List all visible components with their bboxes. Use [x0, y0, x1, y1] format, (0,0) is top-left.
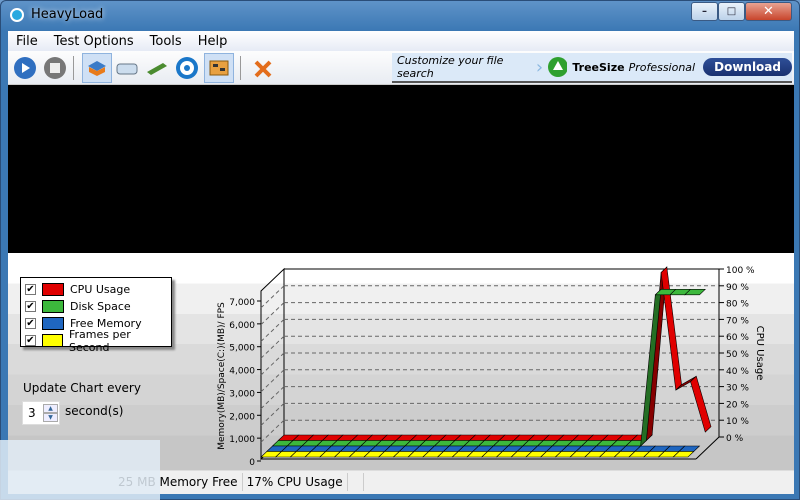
stop-button[interactable] — [40, 53, 70, 83]
gpu-test-button[interactable] — [204, 53, 234, 83]
menu-tools[interactable]: Tools — [142, 31, 190, 51]
right-tick-label: 30 % — [726, 384, 749, 394]
right-tick-label: 80 % — [726, 300, 749, 310]
right-tick-label: 0 % — [726, 434, 744, 444]
left-tick-label: 6,000 — [229, 321, 255, 331]
gpu-icon — [209, 60, 229, 76]
cpu-icon — [88, 61, 106, 76]
series-segment — [690, 375, 712, 433]
right-tick-label: 90 % — [726, 283, 749, 293]
left-tick-label: 4,000 — [229, 367, 255, 377]
title-bar: HeavyLoad – □ ✕ — [1, 1, 800, 31]
chart: 0 % 10 % 20 % 30 % 40 % 50 % 60 % 70 % 80 % 90 % 1… — [217, 266, 765, 468]
client-area: File Test Options Tools Help Customize y… — [8, 31, 794, 494]
right-tick-label: 70 % — [726, 316, 749, 326]
memory-test-button[interactable] — [142, 53, 172, 83]
disk-test-button[interactable] — [112, 53, 142, 83]
download-button[interactable]: Download — [703, 58, 792, 76]
left-tick-label: 3,000 — [229, 389, 255, 399]
chart-panel: ✔ CPU Usage ✔ Disk Space ✔ Free Memory ✔ Frames… — [8, 253, 794, 470]
treesize-icon — [176, 57, 198, 79]
gridline — [260, 335, 285, 359]
treesize-logo-icon — [548, 57, 568, 77]
minimize-button[interactable]: – — [691, 2, 718, 21]
ad-brand-suffix: Professional — [628, 60, 696, 74]
gridline — [260, 369, 285, 393]
close-button[interactable]: ✕ — [745, 2, 792, 21]
gridline — [260, 319, 285, 342]
menu-bar: File Test Options Tools Help — [8, 31, 794, 51]
right-tick-label: 40 % — [726, 367, 749, 377]
app-icon — [10, 8, 24, 22]
cpu-test-button[interactable] — [82, 53, 112, 83]
memory-icon — [147, 63, 167, 75]
app-window: HeavyLoad – □ ✕ File Test Options Tools … — [0, 0, 800, 500]
ad-text: Customize your file search — [397, 54, 504, 80]
gridline — [260, 302, 285, 325]
window-title: HeavyLoad — [31, 7, 104, 22]
menu-file[interactable]: File — [8, 31, 46, 51]
chevron-right-icon: › — [535, 56, 544, 78]
maximize-button[interactable]: □ — [718, 2, 745, 21]
stop-icon — [44, 57, 66, 79]
left-tick-label: 2,000 — [229, 412, 255, 422]
menu-test-options[interactable]: Test Options — [46, 31, 142, 51]
left-tick-label: 1,000 — [229, 435, 255, 445]
gridline — [260, 285, 285, 309]
status-cpu: 17% CPU Usage — [243, 472, 348, 491]
right-tick-label: 50 % — [726, 350, 749, 360]
toolbar: Customize your file search › TreeSize Pr… — [8, 51, 794, 85]
right-axis-label: CPU Usage — [754, 326, 765, 381]
left-tick-label: 0 — [249, 458, 255, 468]
treesize-button[interactable] — [172, 53, 202, 83]
right-tick-label: 20 % — [726, 400, 749, 410]
tools-icon — [254, 60, 272, 78]
right-tick-label: 60 % — [726, 333, 749, 343]
ad-brand: TreeSize — [572, 60, 625, 74]
menu-help[interactable]: Help — [190, 31, 236, 51]
left-tick-label: 7,000 — [229, 298, 255, 308]
play-icon — [14, 57, 36, 79]
left-axis-label: Memory(MB)/Space(C:)(MB)/ FPS — [217, 302, 227, 450]
right-tick-label: 10 % — [726, 417, 749, 427]
status-empty — [348, 472, 364, 491]
start-button[interactable] — [10, 53, 40, 83]
settings-button[interactable] — [249, 53, 279, 83]
load-display-area — [8, 85, 794, 253]
left-tick-label: 5,000 — [229, 344, 255, 354]
gridline — [260, 403, 285, 426]
gridline — [260, 386, 285, 409]
gridline — [260, 352, 285, 376]
treesize-ad-banner[interactable]: Customize your file search › TreeSize Pr… — [392, 53, 792, 83]
disk-icon — [116, 63, 138, 75]
right-tick-label: 100 % — [726, 266, 755, 276]
watermark — [0, 440, 160, 500]
